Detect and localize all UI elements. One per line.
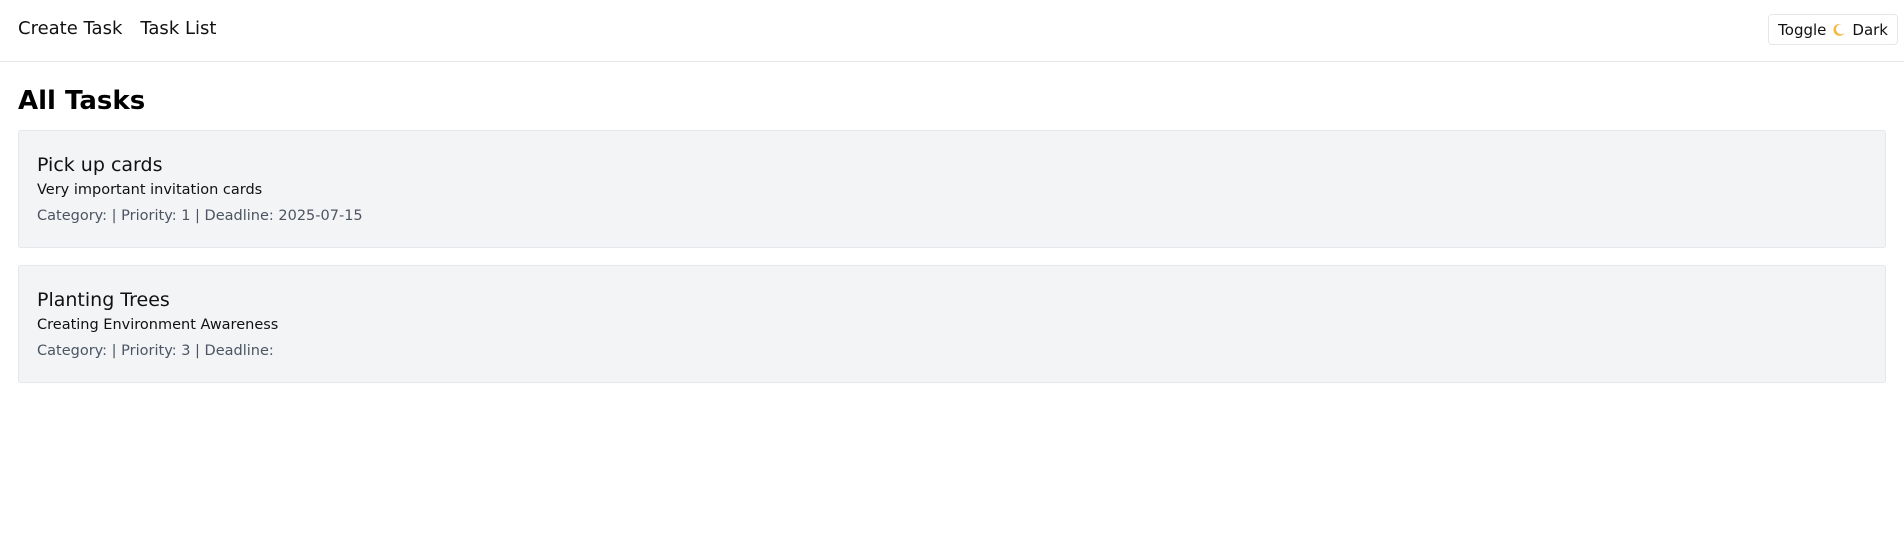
moon-icon [1832, 23, 1846, 37]
toggle-suffix-label: Dark [1852, 20, 1888, 39]
toggle-prefix-label: Toggle [1778, 20, 1827, 39]
nav-link-task-list[interactable]: Task List [140, 18, 216, 40]
task-meta: Category: | Priority: 3 | Deadline: [37, 343, 274, 359]
task-title: Planting Trees [37, 289, 170, 311]
task-description: Very important invitation cards [37, 182, 263, 198]
dark-mode-toggle-button[interactable]: Toggle Dark [1768, 14, 1898, 45]
nav-link-create-task[interactable]: Create Task [18, 18, 122, 40]
task-title: Pick up cards [37, 154, 163, 176]
task-card: Pick up cards Very important invitation … [18, 130, 1886, 248]
main-content: All Tasks Pick up cards Very important i… [0, 86, 1904, 383]
top-navbar: Create Task Task List Toggle Dark [0, 0, 1904, 62]
nav-links: Create Task Task List [18, 18, 216, 40]
task-description: Creating Environment Awareness [37, 317, 279, 333]
task-card: Planting Trees Creating Environment Awar… [18, 265, 1886, 383]
task-meta: Category: | Priority: 1 | Deadline: 2025… [37, 208, 363, 224]
page-title: All Tasks [18, 86, 146, 116]
task-list: Pick up cards Very important invitation … [18, 130, 1886, 383]
